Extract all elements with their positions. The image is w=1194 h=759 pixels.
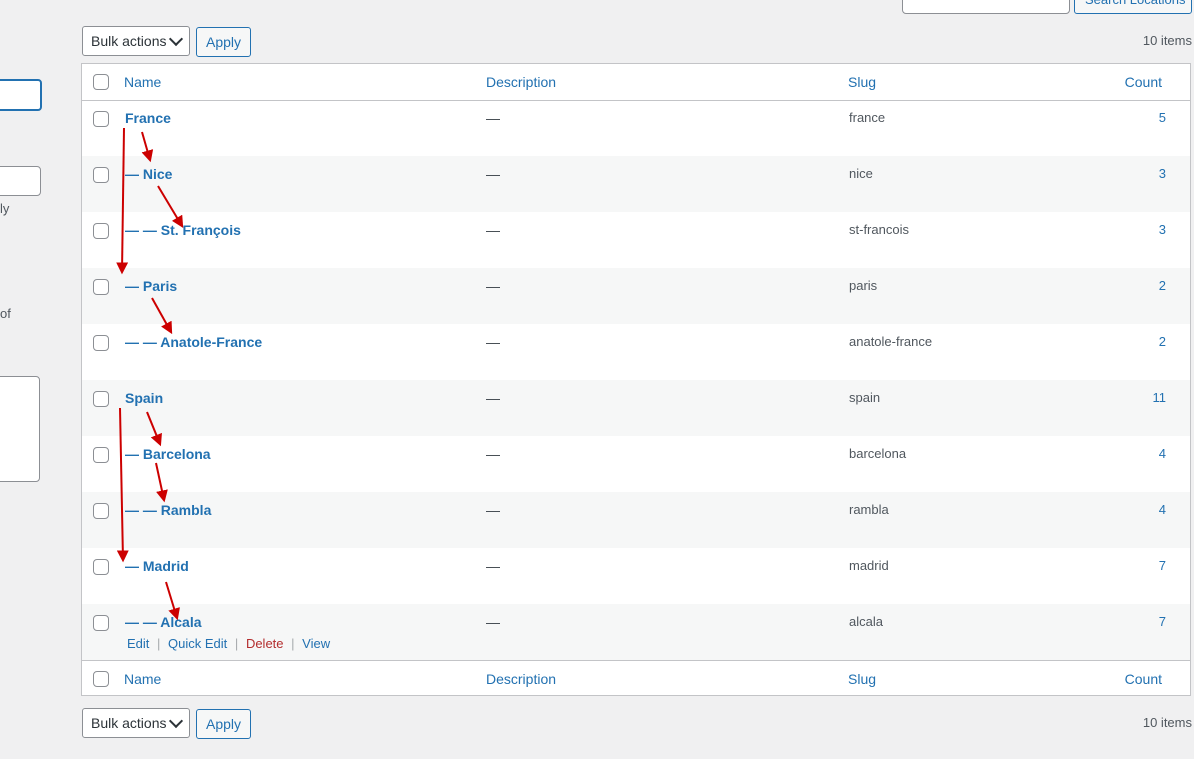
table-row: — — Rambla — rambla 4 (82, 492, 1190, 548)
term-slug: madrid (849, 558, 889, 573)
term-slug: rambla (849, 502, 889, 517)
row-checkbox[interactable] (93, 615, 109, 631)
table-row: — Madrid — madrid 7 (82, 548, 1190, 604)
table-row: — Nice — nice 3 (82, 156, 1190, 212)
help-text-fragment: of (0, 306, 11, 321)
column-name-header[interactable]: Name (124, 74, 161, 90)
apply-button[interactable]: Apply (196, 709, 251, 739)
table-row: — Paris — paris 2 (82, 268, 1190, 324)
term-count-link[interactable]: 5 (1136, 110, 1166, 125)
table-row: — Barcelona — barcelona 4 (82, 436, 1190, 492)
row-checkbox[interactable] (93, 447, 109, 463)
separator: | (291, 636, 295, 651)
table-row: Spain — spain 11 (82, 380, 1190, 436)
term-count-link[interactable]: 4 (1136, 502, 1166, 517)
row-checkbox[interactable] (93, 223, 109, 239)
table-row: France — france 5 (82, 100, 1190, 156)
edit-link[interactable]: Edit (127, 636, 149, 651)
term-name-link[interactable]: — Nice (125, 166, 172, 182)
separator: | (157, 636, 161, 651)
name-field[interactable] (0, 79, 42, 111)
bulk-actions-label: Bulk actions (91, 715, 167, 731)
row-checkbox[interactable] (93, 559, 109, 575)
term-count-link[interactable]: 3 (1136, 222, 1166, 237)
term-count-link[interactable]: 7 (1136, 558, 1166, 573)
slug-field[interactable] (0, 166, 41, 196)
apply-button[interactable]: Apply (196, 27, 251, 57)
term-slug: nice (849, 166, 873, 181)
table-row: — — Anatole-France — anatole-france 2 (82, 324, 1190, 380)
term-name-link[interactable]: — Paris (125, 278, 177, 294)
term-name-link[interactable]: — — St. François (125, 222, 241, 238)
column-count-footer[interactable]: Count (1125, 671, 1162, 687)
term-slug: st-francois (849, 222, 909, 237)
items-count: 10 items (1142, 715, 1192, 730)
select-all-checkbox[interactable] (93, 671, 109, 687)
column-name-footer[interactable]: Name (124, 671, 161, 687)
column-description-footer[interactable]: Description (486, 671, 556, 687)
term-count-link[interactable]: 2 (1136, 334, 1166, 349)
term-count-link[interactable]: 4 (1136, 446, 1166, 461)
row-checkbox[interactable] (93, 279, 109, 295)
term-count-link[interactable]: 7 (1136, 614, 1166, 629)
term-name-link[interactable]: — — Rambla (125, 502, 211, 518)
term-description: — (486, 166, 500, 182)
term-description: — (486, 334, 500, 350)
table-row: — — St. François — st-francois 3 (82, 212, 1190, 268)
term-slug: anatole-france (849, 334, 933, 349)
items-count: 10 items (1142, 33, 1192, 48)
column-description-header[interactable]: Description (486, 74, 556, 90)
term-description: — (486, 502, 500, 518)
bulk-actions-select[interactable]: Bulk actions (82, 708, 190, 738)
term-name-link[interactable]: Spain (125, 390, 163, 406)
delete-link[interactable]: Delete (246, 636, 284, 651)
term-description: — (486, 558, 500, 574)
term-name-link[interactable]: — — Alcala (125, 614, 202, 630)
row-checkbox[interactable] (93, 111, 109, 127)
chevron-down-icon (168, 31, 184, 47)
quick-edit-link[interactable]: Quick Edit (168, 636, 227, 651)
term-count-link[interactable]: 3 (1136, 166, 1166, 181)
help-text-fragment: ly (0, 201, 10, 216)
table-header: Name Description Slug Count (82, 64, 1190, 101)
term-slug: spain (849, 390, 881, 405)
bulk-actions-select[interactable]: Bulk actions (82, 26, 190, 56)
bulk-actions-label: Bulk actions (91, 33, 167, 49)
column-slug-footer[interactable]: Slug (848, 671, 876, 687)
term-count-link[interactable]: 2 (1136, 278, 1166, 293)
term-name-link[interactable]: — — Anatole-France (125, 334, 262, 350)
separator: | (234, 636, 239, 651)
term-name-link[interactable]: — Madrid (125, 558, 189, 574)
term-slug: alcala (849, 614, 883, 629)
search-button[interactable]: Search Locations (1074, 0, 1192, 14)
term-description: — (486, 222, 500, 238)
term-description: — (486, 446, 500, 462)
row-actions: Edit | Quick Edit | Delete | View (125, 636, 332, 651)
row-checkbox[interactable] (93, 335, 109, 351)
term-count-link[interactable]: 11 (1136, 390, 1167, 405)
row-checkbox[interactable] (93, 503, 109, 519)
term-slug: france (849, 110, 886, 125)
term-slug: paris (849, 278, 878, 293)
term-slug: barcelona (849, 446, 907, 461)
row-checkbox[interactable] (93, 167, 109, 183)
chevron-down-icon (168, 713, 184, 729)
view-link[interactable]: View (302, 636, 330, 651)
term-description: — (486, 278, 500, 294)
locations-table: Name Description Slug Count France — fra… (81, 63, 1191, 696)
term-description: — (486, 390, 500, 406)
row-checkbox[interactable] (93, 391, 109, 407)
column-slug-header[interactable]: Slug (848, 74, 876, 90)
search-input[interactable] (902, 0, 1070, 14)
term-name-link[interactable]: France (125, 110, 171, 126)
table-row: — — Alcala — alcala 7 Edit | Quick Edit … (82, 604, 1190, 660)
term-description: — (486, 614, 500, 630)
table-footer: Name Description Slug Count (82, 660, 1190, 697)
description-textarea[interactable] (0, 376, 40, 482)
term-name-link[interactable]: — Barcelona (125, 446, 211, 462)
column-count-header[interactable]: Count (1125, 74, 1162, 90)
select-all-checkbox[interactable] (93, 74, 109, 90)
term-description: — (486, 110, 500, 126)
